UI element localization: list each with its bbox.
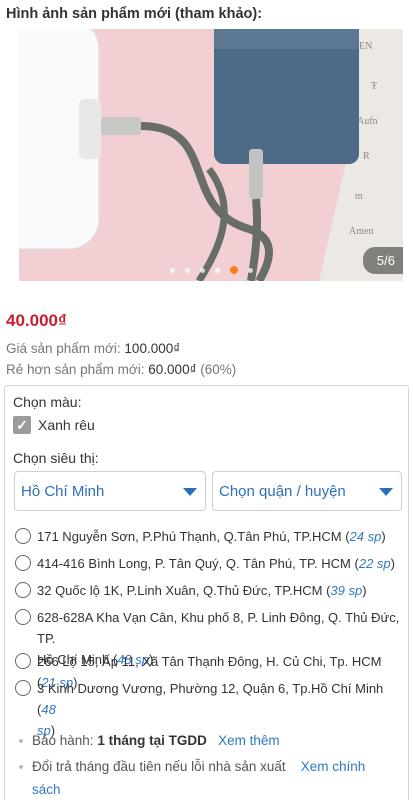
- city-select-value: Hồ Chí Minh: [21, 482, 105, 500]
- chevron-down-icon: [379, 488, 393, 496]
- city-select[interactable]: Hồ Chí Minh: [14, 471, 206, 511]
- district-select-value: Chọn quận / huyện: [219, 482, 346, 500]
- store-stock: 22 sp: [358, 556, 391, 571]
- savings-line: Rẻ hơn sản phẩm mới: 60.000₫ (60%): [6, 362, 236, 377]
- return-policy-link[interactable]: Xem chính: [301, 759, 366, 774]
- radio-button[interactable]: [15, 528, 31, 544]
- gallery-dot-active[interactable]: [229, 266, 238, 274]
- store-address: 171 Nguyễn Sơn, P.Phú Thạnh, Q.Tân Phú, …: [37, 529, 342, 544]
- section-title: Hình ảnh sản phẩm mới (tham khảo):: [6, 6, 263, 22]
- svg-text:Amen: Amen: [349, 226, 373, 237]
- store-option[interactable]: 171 Nguyễn Sơn, P.Phú Thạnh, Q.Tân Phú, …: [15, 526, 400, 547]
- store-stock: 48: [41, 702, 56, 717]
- bullet: [19, 765, 23, 769]
- svg-text:EN: EN: [359, 41, 372, 52]
- radio-button[interactable]: [15, 609, 31, 625]
- return-policy-text: Đổi trả tháng đầu tiên nếu lỗi nhà sản x…: [32, 759, 286, 774]
- store-option[interactable]: 414-416 Bình Long, P. Tân Quý, Q. Tân Ph…: [15, 553, 400, 574]
- savings-percent: (60%): [200, 362, 237, 377]
- color-option-label: Xanh rêu: [38, 417, 95, 433]
- return-policy-row: Đổi trả tháng đầu tiên nếu lỗi nhà sản x…: [19, 755, 409, 800]
- gallery-dot[interactable]: [184, 267, 190, 273]
- checkbox-checked[interactable]: ✓: [13, 416, 31, 434]
- radio-button[interactable]: [15, 582, 31, 598]
- gallery-dot[interactable]: [214, 267, 220, 273]
- district-select[interactable]: Chọn quận / huyện: [212, 471, 402, 511]
- store-address: 628-628A Kha Vạn Cân, Khu phố 8, P. Linh…: [37, 610, 400, 646]
- store-address: 414-416 Bình Long, P. Tân Quý, Q. Tân Ph…: [37, 556, 351, 571]
- color-option[interactable]: ✓ Xanh rêu: [13, 415, 95, 435]
- gallery-dot[interactable]: [199, 267, 205, 273]
- svg-text:R: R: [363, 151, 370, 162]
- store-label: Chọn siêu thị:: [13, 450, 99, 466]
- store-stock: 24 sp: [349, 529, 382, 544]
- return-policy-link-cont[interactable]: sách: [32, 782, 61, 797]
- price: 40.000₫: [6, 311, 67, 330]
- new-price-value: 100.000₫: [124, 341, 181, 356]
- new-price-label: Giá sản phẩm mới:: [6, 341, 121, 356]
- product-image-gallery[interactable]: EN Ŧ Aufn Rm Amen 5/6: [19, 29, 403, 281]
- store-address: 266 Lộ 15, Ấp 11, Xã Tân Thạnh Đông, H. …: [37, 654, 382, 669]
- bullet: [19, 739, 23, 743]
- svg-text:Aufn: Aufn: [357, 116, 378, 127]
- gallery-dots[interactable]: [19, 266, 403, 274]
- svg-text:Ŧ: Ŧ: [371, 81, 377, 92]
- svg-text:m: m: [355, 191, 363, 202]
- warranty-row: Bảo hành: 1 tháng tại TGDD Xem thêm: [19, 729, 409, 752]
- options-box: Chọn màu: ✓ Xanh rêu Chọn siêu thị: Hồ C…: [4, 385, 409, 800]
- gallery-dot[interactable]: [247, 267, 253, 273]
- radio-button[interactable]: [15, 555, 31, 571]
- check-icon: ✓: [16, 416, 28, 433]
- warranty-label: Bảo hành:: [32, 733, 94, 748]
- savings-value: 60.000₫: [148, 362, 197, 377]
- new-price-line: Giá sản phẩm mới: 100.000₫: [6, 341, 180, 356]
- savings-label: Rẻ hơn sản phẩm mới:: [6, 362, 145, 377]
- warranty-more-link[interactable]: Xem thêm: [218, 733, 280, 748]
- gallery-counter: 5/6: [362, 247, 403, 274]
- store-address: 32 Quốc lộ 1K, P.Linh Xuân, Q.Thủ Đức, T…: [37, 583, 323, 598]
- store-option[interactable]: 32 Quốc lộ 1K, P.Linh Xuân, Q.Thủ Đức, T…: [15, 580, 400, 601]
- store-address: 3 Kinh Dương Vương, Phường 12, Quận 6, T…: [37, 681, 384, 696]
- radio-button[interactable]: [15, 653, 31, 669]
- color-label: Chọn màu:: [13, 394, 82, 410]
- chevron-down-icon: [183, 488, 197, 496]
- warranty-value: 1 tháng tại TGDD: [97, 733, 207, 748]
- product-photo: EN Ŧ Aufn Rm Amen: [19, 29, 403, 281]
- radio-button[interactable]: [15, 680, 31, 696]
- gallery-dot[interactable]: [169, 267, 175, 273]
- store-stock: 39 sp: [330, 583, 363, 598]
